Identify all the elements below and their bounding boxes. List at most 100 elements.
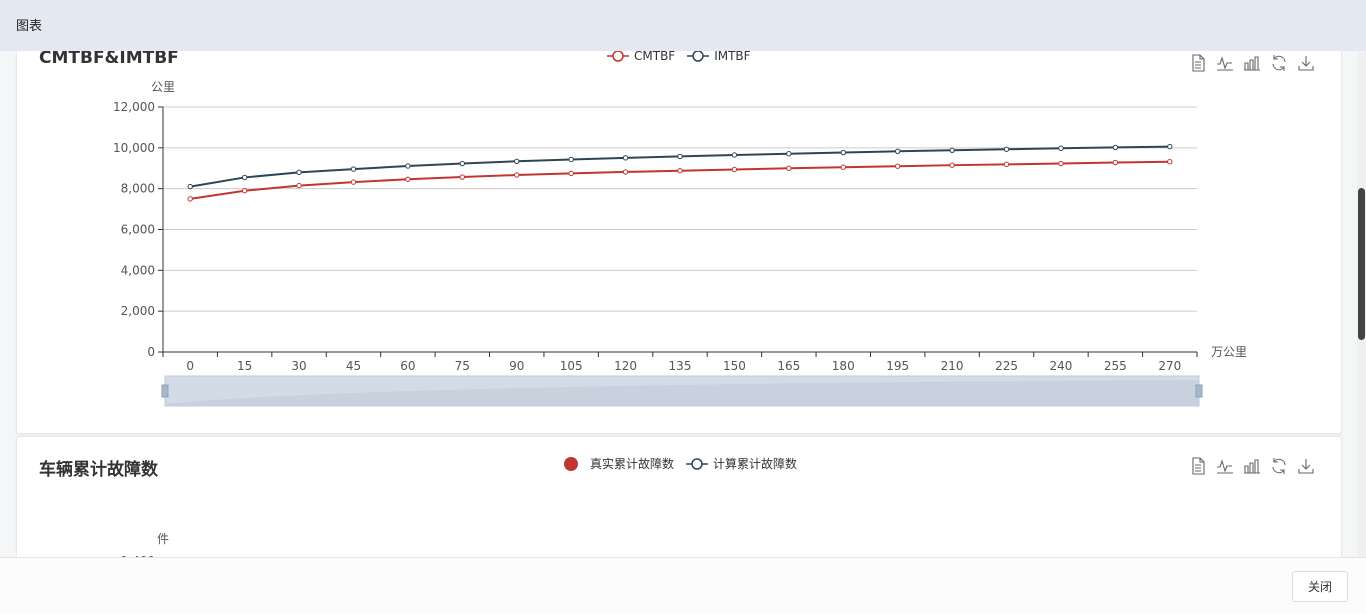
chart-legend: CMTBF IMTBF [607, 51, 763, 63]
x-tick-label: 270 [1158, 359, 1181, 373]
x-tick-label: 165 [777, 359, 800, 373]
y-tick-label: 4,000 [121, 263, 155, 277]
save-image-icon[interactable] [1292, 52, 1319, 74]
legend-dot-icon [564, 456, 578, 471]
data-point [622, 155, 629, 161]
x-tick-label: 240 [1049, 359, 1072, 373]
legend-line-marker-icon [607, 51, 629, 62]
data-point [405, 163, 411, 169]
x-tick-label: 135 [669, 359, 692, 373]
x-tick-label: 255 [1104, 359, 1127, 373]
data-point [677, 153, 683, 160]
y-tick-label: 2,000 [121, 304, 155, 318]
scrollbar-thumb[interactable] [1358, 188, 1365, 340]
restore-icon[interactable] [1265, 455, 1292, 477]
legend-item-computed-failures[interactable]: 计算累计故障数 [686, 455, 797, 472]
data-point [786, 151, 792, 157]
series-line-imtbf [190, 145, 1170, 188]
data-point [296, 169, 302, 176]
legend-label: CMTBF [634, 51, 676, 63]
bar-chart-icon[interactable] [1238, 52, 1265, 74]
legend-line-marker-icon [687, 51, 710, 62]
x-tick-label: 90 [509, 359, 524, 373]
x-tick-label: 30 [291, 359, 306, 373]
data-view-icon[interactable] [1184, 455, 1211, 477]
x-tick-label: 195 [886, 359, 909, 373]
dialog-title: 图表 [16, 19, 43, 34]
line-chart-icon[interactable] [1211, 455, 1238, 477]
datazoom-handle[interactable] [1195, 384, 1203, 398]
data-view-icon[interactable] [1184, 52, 1211, 74]
y-tick-label: 12,000 [113, 100, 155, 114]
legend-label: 计算累计故障数 [713, 457, 798, 471]
data-point [1058, 160, 1064, 167]
chart-legend: 真实累计故障数 计算累计故障数 [563, 455, 809, 472]
bar-chart-icon[interactable] [1238, 455, 1265, 477]
data-point [1058, 145, 1064, 151]
line-chart-icon[interactable] [1211, 52, 1238, 74]
data-point [949, 147, 955, 153]
y-axis-name: 公里 [151, 80, 175, 94]
dialog-body[interactable]: 0 2,000 4,000 6,000 8,000 10,000 12,000 公里 万公里 0 1… [0, 51, 1357, 557]
x-axis-name: 万公里 [1211, 345, 1247, 359]
data-point [1112, 159, 1119, 166]
series-line-cmtbf [190, 160, 1170, 200]
data-point [405, 176, 411, 182]
data-point [459, 160, 466, 167]
chart-card-mtbf: 0 2,000 4,000 6,000 8,000 10,000 12,000 公里 万公里 0 1… [16, 51, 1342, 434]
legend-label: IMTBF [714, 51, 751, 63]
y-tick-label: 6,000 [121, 223, 155, 237]
legend-item-cmtbf[interactable]: CMTBF [607, 51, 675, 63]
x-tick-label: 0 [186, 359, 194, 373]
chart-toolbox [1184, 52, 1319, 74]
restore-icon[interactable] [1265, 52, 1292, 74]
y-axis-name: 件 [157, 532, 169, 546]
dialog-header: 图表 [0, 0, 1366, 51]
data-point [677, 168, 683, 174]
chart-title: 车辆累计故障数 [39, 460, 158, 480]
legend-line-marker-icon [686, 457, 709, 470]
data-point [568, 170, 574, 177]
data-point [1167, 159, 1173, 165]
legend-item-actual-failures[interactable]: 真实累计故障数 [563, 455, 674, 472]
data-point [731, 152, 738, 158]
data-point [350, 166, 357, 172]
data-point [1003, 161, 1010, 168]
legend-item-imtbf[interactable]: IMTBF [687, 51, 751, 63]
save-image-icon[interactable] [1292, 455, 1319, 477]
x-tick-label: 225 [995, 359, 1018, 373]
x-tick-label: 15 [237, 359, 252, 373]
datazoom-handle[interactable] [161, 384, 169, 398]
data-point [840, 149, 846, 156]
data-point [1167, 143, 1173, 150]
x-tick-label: 75 [455, 359, 470, 373]
y-tick-label: 0 [147, 345, 155, 359]
x-tick-label: 45 [346, 359, 361, 373]
close-button[interactable]: 关闭 [1292, 571, 1348, 602]
mtbf-line-chart: 0 2,000 4,000 6,000 8,000 10,000 12,000 公里万公里 0 1… [113, 80, 1247, 407]
data-point [514, 158, 520, 165]
data-point [894, 163, 901, 169]
x-tick-label: 150 [723, 359, 746, 373]
data-point [786, 165, 792, 171]
data-point [894, 148, 901, 155]
data-point [1003, 146, 1010, 152]
data-point [622, 169, 629, 175]
chart-title: CMTBF&IMTBF [39, 51, 179, 68]
data-point [731, 166, 738, 173]
y-tick-label: 10,000 [113, 141, 155, 155]
dialog-footer: 关闭 [0, 557, 1366, 614]
data-point [296, 182, 302, 189]
data-point [949, 162, 955, 168]
vertical-scrollbar[interactable] [1357, 51, 1366, 557]
data-point [187, 183, 193, 190]
x-tick-label: 105 [560, 359, 583, 373]
data-point [241, 188, 248, 194]
x-tick-label: 180 [832, 359, 855, 373]
x-tick-label: 210 [941, 359, 964, 373]
data-point [568, 156, 574, 163]
x-tick-label: 60 [400, 359, 415, 373]
x-tick-label: 120 [614, 359, 637, 373]
data-point [459, 174, 466, 180]
data-point [840, 164, 846, 170]
